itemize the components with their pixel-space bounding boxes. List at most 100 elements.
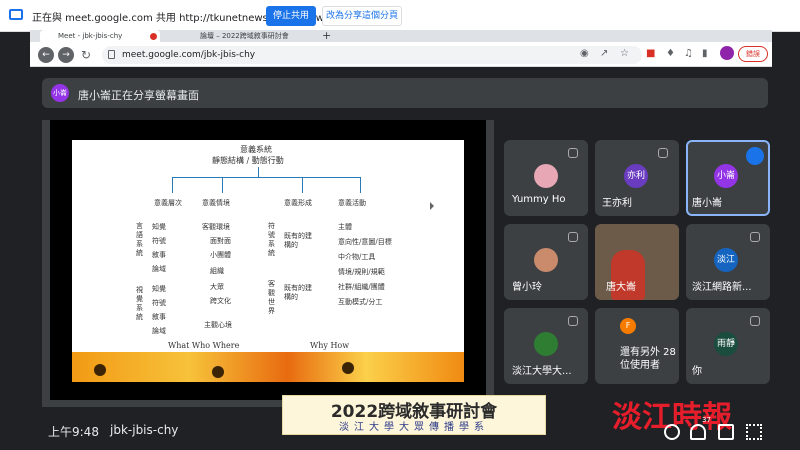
profile-avatar[interactable]	[720, 46, 734, 60]
slide-item: 符號	[152, 299, 166, 307]
vertical-label: 視覺系統	[136, 286, 143, 321]
participant-name: 王亦利	[602, 198, 632, 209]
new-tab-button[interactable]: +	[322, 29, 331, 42]
participant-name: 淡江網路新...	[692, 282, 752, 293]
avatar: 雨靜	[714, 332, 738, 356]
slide-item: 組織	[210, 267, 224, 275]
col-heading: 意義形成	[284, 199, 312, 207]
avatar	[534, 164, 558, 188]
slide-item: 知覺	[152, 285, 166, 293]
mic-off-icon	[568, 148, 578, 158]
tab-meet[interactable]: Meet - jbk-jbis-chy	[40, 30, 160, 42]
participant-name: 還有另外 28 位使用者	[620, 347, 676, 371]
stop-sharing-button[interactable]: 停止共用	[266, 6, 316, 26]
connector-2	[222, 177, 223, 193]
mic-off-icon	[568, 316, 578, 326]
error-button[interactable]: 錯誤	[738, 46, 768, 62]
col-heading: 意義活動	[338, 199, 366, 207]
connector-1	[172, 177, 173, 193]
flower-center	[212, 366, 224, 378]
sidepanel-icon[interactable]: ▮	[702, 48, 708, 59]
connector-4	[360, 177, 361, 193]
camera-icon[interactable]: ◉	[580, 48, 589, 59]
info-icon[interactable]	[664, 424, 680, 440]
slide-item: 論域	[152, 327, 166, 335]
connector-bar	[172, 177, 360, 178]
connector-stem	[258, 167, 259, 177]
slide: 意義系統 靜態結構 / 動態行動 意義層次 意義情境 意義形成 意義活動 言語系…	[72, 140, 464, 382]
slide-title: 意義系統	[240, 145, 272, 154]
slide-item: 既有的建構的	[284, 232, 312, 249]
slide-footer-right: Why How	[310, 341, 350, 350]
slide-item: 主觀心境	[204, 321, 232, 329]
vertical-label: 客觀世界	[268, 280, 275, 315]
slide-item: 知覺	[152, 223, 166, 231]
people-icon[interactable]	[690, 424, 706, 440]
slide-subtitle: 靜態結構 / 動態行動	[212, 156, 284, 165]
participant-name: Yummy Ho	[512, 194, 566, 205]
presenter-text: 唐小崙正在分享螢幕畫面	[78, 89, 199, 102]
recording-icon	[150, 33, 157, 40]
avatar: 亦利	[624, 164, 648, 188]
slide-item: 敘事	[152, 313, 166, 321]
mic-off-icon	[658, 148, 668, 158]
back-icon[interactable]: ←	[38, 47, 54, 63]
slide-item: 面對面	[210, 237, 231, 245]
reload-icon[interactable]: ↻	[78, 47, 94, 63]
avatar	[534, 248, 558, 272]
star-icon[interactable]: ☆	[620, 48, 629, 59]
participant-name: 曾小玲	[512, 282, 542, 293]
connector-3	[302, 177, 303, 193]
meeting-code: jbk-jbis-chy	[110, 423, 179, 437]
forward-icon[interactable]: →	[58, 47, 74, 63]
slide-item: 大眾	[210, 283, 224, 291]
chat-icon[interactable]	[718, 424, 734, 440]
extension-icon[interactable]: ♦	[666, 48, 675, 59]
slide-item: 互動模式/分工	[338, 298, 383, 306]
slide-item: 跨文化	[210, 297, 231, 305]
extension-red-icon[interactable]: ■	[646, 48, 655, 59]
speaking-icon	[746, 147, 764, 165]
slide-item: 符號	[152, 237, 166, 245]
mic-off-icon	[750, 316, 760, 326]
flower-banner	[72, 352, 464, 382]
avatar	[534, 332, 558, 356]
slide-item: 主體	[338, 223, 352, 231]
participant-name: 唐小崙	[692, 198, 722, 209]
lock-icon[interactable]	[108, 50, 115, 59]
presenter-avatar: 小崙	[51, 84, 69, 102]
slide-item: 敘事	[152, 251, 166, 259]
vertical-label: 言語系統	[136, 222, 143, 257]
screen-share-icon	[9, 9, 23, 20]
col-heading: 意義情境	[202, 199, 230, 207]
slide-footer-left: What Who Where	[168, 341, 240, 350]
slide-item: 意向性/意圖/目標	[338, 238, 392, 246]
flower-center	[342, 362, 354, 374]
col-heading: 意義層次	[154, 199, 182, 207]
mic-off-icon	[750, 232, 760, 242]
tab-forum[interactable]: 論壇 – 2022跨域敘事研討會	[182, 30, 302, 42]
share-this-tab-button[interactable]: 改為分享這個分頁	[322, 6, 402, 26]
activities-icon[interactable]	[746, 424, 762, 440]
participant-name: 唐大崙	[606, 282, 636, 293]
meeting-clock: 上午9:48	[48, 425, 99, 439]
avatar: F	[620, 318, 636, 334]
vertical-label: 符號系統	[268, 222, 275, 257]
participant-name: 淡江大學大...	[512, 366, 572, 377]
participant-count: 37	[702, 416, 711, 424]
media-icon[interactable]: ♫	[684, 48, 693, 59]
avatar: 小崙	[714, 164, 738, 188]
mic-off-icon	[568, 232, 578, 242]
avatar: 淡江	[714, 248, 738, 272]
slide-item: 情境/規則/規範	[338, 268, 385, 276]
mouse-cursor-icon	[430, 202, 434, 210]
participant-name: 你	[692, 366, 702, 377]
slide-item: 社群/組織/團體	[338, 283, 385, 291]
share-icon[interactable]: ↗	[600, 48, 608, 59]
slide-item: 中介物/工具	[338, 253, 376, 261]
slide-item: 既有的建構的	[284, 284, 312, 301]
banner-subtitle: 淡江大學大眾傳播學系	[339, 422, 489, 433]
slide-item: 小團體	[210, 251, 231, 259]
flower-center	[94, 364, 106, 376]
url-text[interactable]: meet.google.com/jbk-jbis-chy	[122, 50, 255, 60]
